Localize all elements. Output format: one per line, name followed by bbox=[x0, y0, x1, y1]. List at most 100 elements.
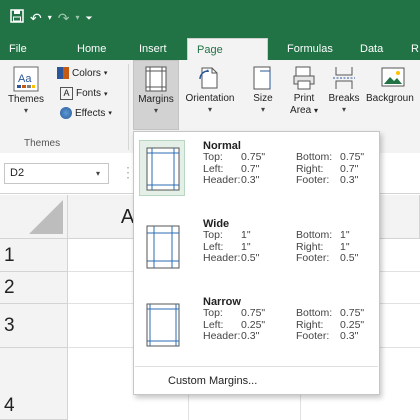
chevron-down-icon[interactable]: ▾ bbox=[96, 164, 100, 183]
bottom-label: Bottom: bbox=[296, 151, 333, 163]
chevron-down-icon: ▾ bbox=[153, 106, 158, 115]
themes-group-label: Themes bbox=[24, 138, 61, 149]
margins-button[interactable]: Margins ▾ bbox=[133, 60, 179, 130]
bottom-value: 0.75" bbox=[340, 151, 365, 163]
tab-formulas[interactable]: Formulas bbox=[278, 38, 342, 60]
narrow-margins-thumbnail bbox=[139, 296, 185, 352]
breaks-button[interactable]: Breaks ▾ bbox=[326, 65, 362, 115]
header-label: Header: bbox=[203, 174, 241, 186]
chevron-down-icon: ▾ bbox=[341, 105, 346, 114]
header-label: Header: bbox=[203, 252, 241, 264]
margins-option-narrow[interactable]: Narrow Top: 0.75" Bottom: 0.75" Left: 0.25" R… bbox=[135, 290, 378, 368]
custom-margins-item[interactable]: Custom Margins... bbox=[168, 375, 257, 387]
size-icon bbox=[250, 65, 276, 91]
quick-access-toolbar: ↶ ▾ ↷ ▾ ⏷ bbox=[10, 9, 93, 27]
option-values: Top: 0.75" Bottom: 0.75" Left: 0.25" Right: 0.… bbox=[203, 307, 365, 343]
chevron-down-icon: ▾ bbox=[260, 105, 265, 114]
margins-option-normal[interactable]: Normal Top: 0.75" Bottom: 0.75" Left: 0.7" Ri… bbox=[135, 134, 378, 212]
orientation-button[interactable]: Orientation ▾ bbox=[181, 65, 239, 115]
chevron-down-icon: ▾ bbox=[313, 106, 318, 115]
customize-qat-icon[interactable]: ⏷ bbox=[86, 9, 93, 27]
tab-file[interactable]: File bbox=[0, 38, 36, 60]
header-value: 0.3" bbox=[241, 330, 260, 342]
effects-label: Effects bbox=[75, 107, 106, 119]
option-values: Top: 0.75" Bottom: 0.75" Left: 0.7" Right: 0.7… bbox=[203, 151, 365, 187]
fonts-button[interactable]: A Fonts ▾ bbox=[60, 87, 108, 100]
redo-icon[interactable]: ↷ bbox=[58, 9, 70, 27]
effects-icon bbox=[60, 107, 72, 119]
background-label: Backgroun bbox=[366, 93, 414, 104]
themes-label: Themes bbox=[7, 94, 45, 105]
ribbon-tabs: File Home Insert Page Layout Formulas Da… bbox=[0, 38, 420, 78]
margins-menu: Normal Top: 0.75" Bottom: 0.75" Left: 0.7" Ri… bbox=[133, 131, 380, 395]
top-label: Top: bbox=[203, 151, 223, 163]
chevron-down-icon: ▾ bbox=[108, 110, 112, 117]
background-button[interactable]: Backgroun bbox=[366, 65, 420, 105]
footer-label: Footer: bbox=[296, 252, 330, 264]
print-area-icon bbox=[291, 65, 317, 91]
effects-button[interactable]: Effects ▾ bbox=[60, 107, 112, 119]
bottom-label: Bottom: bbox=[296, 307, 333, 319]
normal-margins-thumbnail bbox=[139, 140, 185, 196]
top-value: 0.75" bbox=[241, 151, 266, 163]
fonts-icon: A bbox=[60, 87, 73, 100]
header-label: Header: bbox=[203, 330, 241, 342]
name-box[interactable]: D2 ▾ bbox=[4, 163, 109, 184]
undo-icon[interactable]: ↶ bbox=[30, 9, 42, 27]
select-all-triangle-icon bbox=[29, 200, 63, 234]
tab-data[interactable]: Data bbox=[351, 38, 392, 60]
tab-home[interactable]: Home bbox=[68, 38, 115, 60]
header-value: 0.3" bbox=[241, 174, 260, 186]
themes-button[interactable]: Aa Themes ▾ bbox=[2, 66, 50, 116]
top-value: 1" bbox=[241, 229, 251, 241]
fonts-label: Fonts bbox=[76, 88, 102, 99]
redo-dropdown-icon[interactable]: ▾ bbox=[75, 9, 79, 27]
select-all-corner[interactable] bbox=[0, 195, 68, 239]
size-button[interactable]: Size ▾ bbox=[246, 65, 280, 115]
top-value: 0.75" bbox=[241, 307, 266, 319]
option-values: Top: 1" Bottom: 1" Left: 1" Right: 1" Header: 0… bbox=[203, 229, 359, 265]
margins-option-wide[interactable]: Wide Top: 1" Bottom: 1" Left: 1" Right: 1" Hea… bbox=[135, 212, 378, 290]
row-header-4[interactable]: 4 bbox=[0, 348, 68, 420]
row-header-1[interactable]: 1 bbox=[0, 239, 68, 272]
colors-label: Colors bbox=[72, 67, 101, 79]
save-icon[interactable] bbox=[10, 9, 24, 27]
margins-icon bbox=[143, 66, 169, 92]
bottom-value: 1" bbox=[340, 229, 350, 241]
wide-margins-thumbnail bbox=[139, 218, 185, 274]
footer-value: 0.3" bbox=[340, 174, 359, 186]
tab-page-layout[interactable]: Page Layout bbox=[187, 38, 268, 78]
title-bar: ↶ ▾ ↷ ▾ ⏷ bbox=[0, 0, 420, 38]
tab-insert[interactable]: Insert bbox=[130, 38, 176, 60]
themes-icon: Aa bbox=[13, 66, 39, 92]
row-header-2[interactable]: 2 bbox=[0, 272, 68, 304]
print-area-label-1: Print bbox=[293, 93, 315, 104]
chevron-down-icon: ▾ bbox=[207, 105, 212, 114]
themes-dropdown-icon: ▾ bbox=[23, 106, 28, 115]
top-label: Top: bbox=[203, 307, 223, 319]
orientation-icon bbox=[197, 65, 223, 91]
print-area-label-2: Area bbox=[290, 105, 312, 116]
margins-label: Margins bbox=[138, 94, 174, 105]
row-header-3[interactable]: 3 bbox=[0, 304, 68, 348]
top-label: Top: bbox=[203, 229, 223, 241]
undo-dropdown-icon[interactable]: ▾ bbox=[48, 9, 52, 27]
size-label: Size bbox=[253, 93, 273, 104]
bottom-label: Bottom: bbox=[296, 229, 333, 241]
print-area-button[interactable]: Print Area ▾ bbox=[284, 65, 324, 117]
chevron-down-icon: ▾ bbox=[104, 90, 108, 98]
bottom-value: 0.75" bbox=[340, 307, 365, 319]
svg-text:Aa: Aa bbox=[18, 73, 32, 85]
name-box-value: D2 bbox=[10, 167, 25, 179]
tab-review[interactable]: R bbox=[402, 38, 420, 60]
footer-label: Footer: bbox=[296, 330, 330, 342]
orientation-label: Orientation bbox=[185, 93, 235, 104]
footer-value: 0.5" bbox=[340, 252, 359, 264]
footer-value: 0.3" bbox=[340, 330, 359, 342]
ribbon-separator bbox=[128, 64, 129, 150]
menu-separator bbox=[135, 366, 378, 367]
colors-button[interactable]: Colors ▾ bbox=[57, 67, 107, 79]
colors-icon bbox=[57, 67, 69, 79]
header-value: 0.5" bbox=[241, 252, 260, 264]
background-icon bbox=[380, 65, 406, 91]
